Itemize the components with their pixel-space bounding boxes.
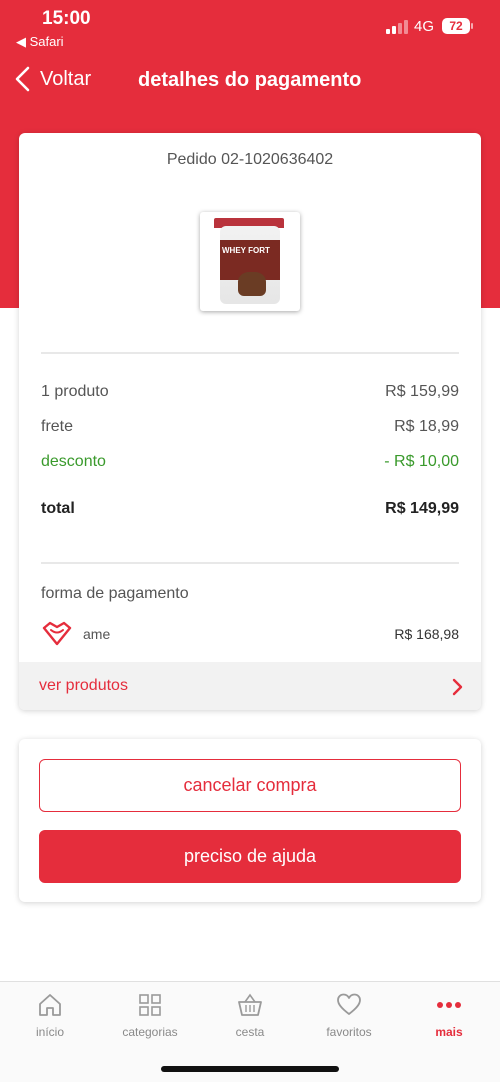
payment-method-name: ame bbox=[83, 626, 111, 642]
battery-icon: 72 bbox=[442, 18, 470, 34]
tab-label: mais bbox=[435, 1025, 463, 1039]
payment-method-amount: R$ 168,98 bbox=[394, 626, 459, 642]
back-to-app-link[interactable]: ◀ Safari bbox=[16, 34, 64, 50]
payment-method-title: forma de pagamento bbox=[41, 585, 189, 602]
divider bbox=[41, 562, 459, 564]
tab-categories[interactable]: categorias bbox=[105, 992, 195, 1039]
summary-label: 1 produto bbox=[41, 383, 109, 400]
tab-favorites[interactable]: favoritos bbox=[304, 992, 394, 1039]
network-type: 4G bbox=[414, 18, 435, 35]
payment-method-row: ame R$ 168,98 bbox=[41, 621, 459, 647]
grid-icon bbox=[139, 994, 161, 1016]
page-title: detalhes do pagamento bbox=[138, 69, 362, 91]
summary-row-discount: desconto - R$ 10,00 bbox=[41, 453, 459, 471]
tab-label: categorias bbox=[122, 1025, 178, 1039]
summary-amount: R$ 18,99 bbox=[394, 418, 459, 435]
battery-tip bbox=[471, 23, 473, 29]
summary-row-shipping: frete R$ 18,99 bbox=[41, 418, 459, 436]
tab-label: início bbox=[35, 1025, 64, 1039]
back-label: Voltar bbox=[40, 67, 92, 90]
basket-icon bbox=[238, 993, 262, 1016]
total-label: total bbox=[41, 500, 75, 517]
signal-icon bbox=[386, 20, 408, 34]
ame-logo-icon bbox=[42, 621, 72, 646]
summary-label: frete bbox=[41, 418, 74, 435]
status-time: 15:00 bbox=[42, 8, 91, 29]
heart-icon bbox=[337, 993, 361, 1015]
home-icon bbox=[39, 994, 61, 1016]
summary-amount: R$ 159,99 bbox=[385, 383, 459, 400]
chocolate-illustration bbox=[238, 272, 266, 296]
view-products-label: ver produtos bbox=[39, 677, 128, 694]
tab-more[interactable]: mais bbox=[404, 992, 494, 1039]
nav-header: Voltar detalhes do pagamento bbox=[0, 58, 500, 104]
divider bbox=[41, 352, 459, 354]
summary-label: desconto bbox=[41, 453, 106, 470]
summary-amount: - R$ 10,00 bbox=[384, 453, 459, 470]
order-details-card: Pedido 02-1020636402 WHEY FORT 1 produto… bbox=[19, 133, 481, 710]
summary-row-total: total R$ 149,99 bbox=[41, 500, 459, 518]
tab-label: cesta bbox=[235, 1025, 265, 1039]
cancel-purchase-button[interactable]: cancelar compra bbox=[39, 759, 461, 812]
status-bar: 15:00 ◀ Safari 4G 72 bbox=[0, 0, 500, 52]
tab-home[interactable]: início bbox=[5, 992, 95, 1039]
need-help-button[interactable]: preciso de ajuda bbox=[39, 830, 461, 883]
product-image[interactable]: WHEY FORT bbox=[200, 212, 300, 311]
more-icon bbox=[437, 1002, 461, 1008]
view-products-button[interactable]: ver produtos bbox=[19, 662, 481, 710]
product-image-text: WHEY FORT bbox=[222, 246, 270, 255]
back-button[interactable]: Voltar bbox=[14, 66, 91, 92]
tab-label: favoritos bbox=[326, 1025, 372, 1039]
chevron-left-icon bbox=[15, 66, 30, 92]
actions-card: cancelar compra preciso de ajuda bbox=[19, 739, 481, 902]
tab-basket[interactable]: cesta bbox=[205, 992, 295, 1039]
home-indicator[interactable] bbox=[161, 1066, 339, 1072]
chevron-right-icon bbox=[452, 678, 463, 696]
summary-row-products: 1 produto R$ 159,99 bbox=[41, 383, 459, 401]
total-amount: R$ 149,99 bbox=[385, 500, 459, 517]
order-id: Pedido 02-1020636402 bbox=[166, 151, 334, 168]
